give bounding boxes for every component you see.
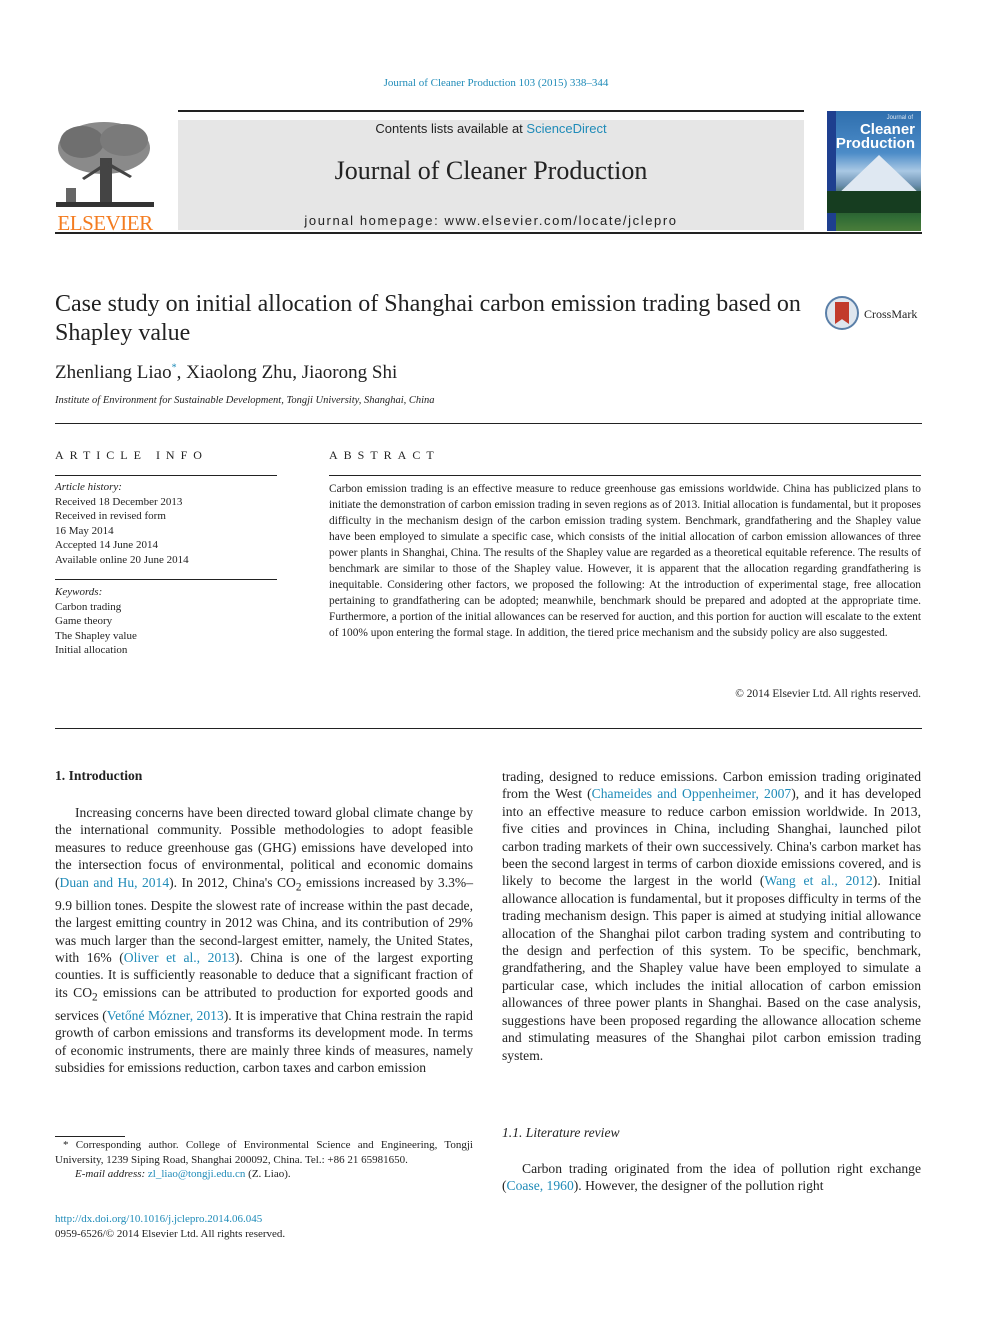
body-column-right: trading, designed to reduce emissions. C… [502, 768, 921, 1064]
sciencedirect-link[interactable]: ScienceDirect [526, 121, 606, 136]
author-separator: , [292, 362, 302, 383]
citation-link[interactable]: Chameides and Oppenheimer, 2007 [592, 786, 792, 801]
abstract-copyright: © 2014 Elsevier Ltd. All rights reserved… [735, 688, 921, 700]
affiliation: Institute of Environment for Sustainable… [55, 395, 435, 406]
doi-block: http://dx.doi.org/10.1016/j.jclepro.2014… [55, 1212, 285, 1241]
keywords: Keywords: Carbon trading Game theory The… [55, 585, 137, 658]
paragraph: Carbon trading originated from the idea … [502, 1160, 921, 1195]
keywords-rule [55, 579, 277, 580]
cover-trees [827, 191, 921, 213]
body-column-right-lower: Carbon trading originated from the idea … [502, 1160, 921, 1195]
body-column-left: Increasing concerns have been directed t… [55, 804, 473, 1077]
text-run: ). Initial allowance allocation is funda… [502, 873, 922, 1063]
history-item: Received 18 December 2013 [55, 495, 183, 508]
abstract-text: Carbon emission trading is an effective … [329, 483, 921, 639]
citation-link[interactable]: Duan and Hu, 2014 [60, 875, 170, 890]
abstract-rule [329, 475, 921, 476]
cover-title-2: Production [835, 135, 915, 152]
text-run: ). However, the designer of the pollutio… [573, 1178, 824, 1194]
article-info-rule [55, 475, 277, 476]
citation-link[interactable]: Oliver et al., 2013 [124, 950, 235, 965]
keyword: Game theory [55, 615, 113, 627]
elsevier-wordmark: ELSEVIER [57, 211, 153, 235]
history-item: 16 May 2014 [55, 524, 114, 537]
footnote-rule [55, 1136, 125, 1137]
paragraph: Increasing concerns have been directed t… [55, 804, 473, 1077]
author-name[interactable]: Xiaolong Zhu [186, 362, 292, 383]
header-rule-bottom [55, 232, 922, 234]
issn-copyright: 0959-6526/© 2014 Elsevier Ltd. All right… [55, 1227, 286, 1240]
section-heading-introduction: 1. Introduction [55, 768, 143, 783]
email-link[interactable]: zl_liao@tongji.edu.cn [148, 1168, 246, 1180]
keyword: Carbon trading [55, 600, 122, 613]
citation-link[interactable]: Coase, 1960 [507, 1178, 574, 1193]
history-label: Article history: [55, 481, 122, 493]
email-label: E-mail address: [75, 1168, 148, 1180]
history-item: Available online 20 June 2014 [55, 553, 189, 566]
journal-cover-image[interactable]: Journal of Cleaner Production [827, 111, 921, 231]
paragraph-continued: trading, designed to reduce emissions. C… [502, 768, 921, 1064]
keyword: Initial allocation [55, 644, 128, 656]
history-item: Accepted 14 June 2014 [55, 539, 158, 551]
author-name[interactable]: Jiaorong Shi [302, 362, 398, 383]
cover-title: Cleaner Production [835, 122, 915, 152]
article-title: Case study on initial allocation of Shan… [55, 291, 801, 346]
crossmark-label: CrossMark [864, 307, 918, 321]
citation-link[interactable]: Vetőné Mózner, 2013 [107, 1008, 224, 1023]
header-rule-top [178, 110, 804, 112]
author-list: Zhenliang Liao*, Xiaolong Zhu, Jiaorong … [55, 362, 397, 384]
contents-prefix: Contents lists available at [375, 121, 527, 136]
doi-link[interactable]: http://dx.doi.org/10.1016/j.jclepro.2014… [55, 1212, 285, 1227]
elsevier-logo[interactable]: ELSEVIER [52, 118, 158, 234]
subsection-heading-literature-review: 1.1. Literature review [502, 1125, 620, 1140]
article-history: Article history: Received 18 December 20… [55, 480, 189, 567]
footnote: * Corresponding author. College of Envir… [55, 1138, 473, 1182]
crossmark-button[interactable]: CrossMark [825, 296, 925, 336]
text-run: ). In 2012, China's CO [169, 874, 296, 890]
email-line: E-mail address: zl_liao@tongji.edu.cn (Z… [55, 1167, 473, 1182]
journal-homepage[interactable]: journal homepage: www.elsevier.com/locat… [178, 213, 804, 228]
article-info-heading: ARTICLE INFO [55, 448, 208, 462]
corresponding-author-note: * Corresponding author. College of Envir… [55, 1139, 473, 1166]
affiliation-rule [55, 423, 922, 424]
journal-title: Journal of Cleaner Production [334, 156, 648, 185]
author-name[interactable]: Zhenliang Liao [55, 362, 172, 383]
history-item: Received in revised form [55, 510, 166, 522]
elsevier-tree-icon [56, 122, 154, 207]
keywords-label: Keywords: [55, 586, 103, 598]
author-separator: , [176, 362, 187, 383]
front-matter-rule [55, 728, 922, 729]
keyword: The Shapley value [55, 629, 137, 642]
citation-link[interactable]: Wang et al., 2012 [764, 873, 872, 888]
journal-banner: Contents lists available at ScienceDirec… [178, 120, 804, 230]
contents-line: Contents lists available at ScienceDirec… [178, 121, 804, 136]
journal-citation[interactable]: Journal of Cleaner Production 103 (2015)… [0, 77, 992, 89]
email-suffix: (Z. Liao). [245, 1168, 291, 1180]
abstract-heading: ABSTRACT [329, 448, 440, 462]
